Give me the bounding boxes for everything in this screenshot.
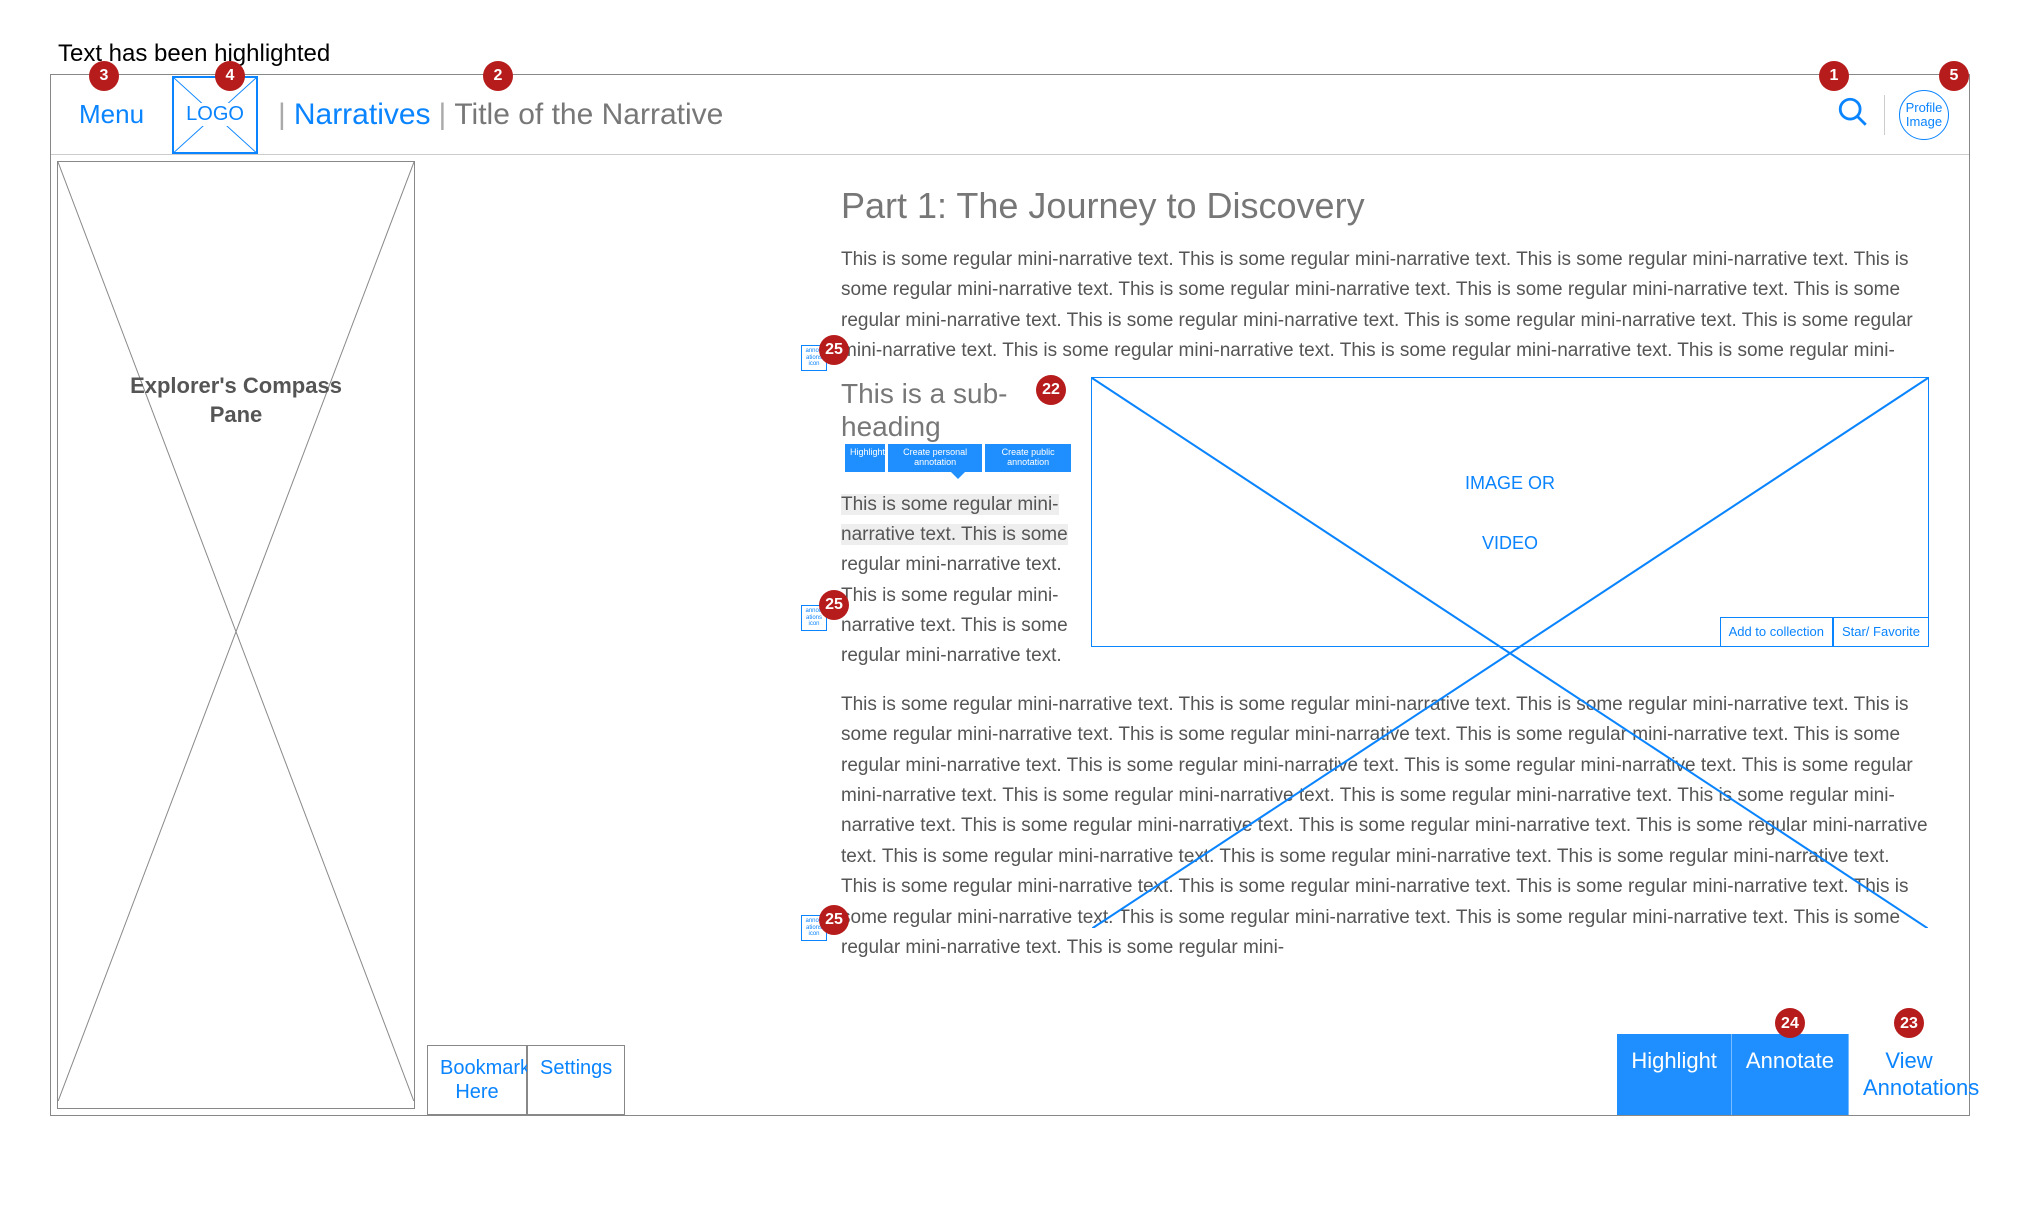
logo-placeholder[interactable]: LOGO bbox=[172, 76, 258, 154]
badge-23: 23 bbox=[1894, 1008, 1924, 1038]
badge-3: 3 bbox=[89, 61, 119, 91]
badge-22: 22 bbox=[1036, 375, 1066, 405]
breadcrumb-title: Title of the Narrative bbox=[454, 98, 723, 132]
body: Explorer's Compass Pane annot- ations ic… bbox=[51, 155, 1969, 1115]
popover-personal-annotation[interactable]: Create personal annotation bbox=[888, 444, 982, 472]
media-label: IMAGE OR bbox=[1465, 473, 1555, 494]
topbar: Menu LOGO | Narratives | Title of the Na… bbox=[51, 75, 1969, 155]
badge-25: 25 bbox=[819, 335, 849, 365]
highlight-button[interactable]: Highlight bbox=[1617, 1034, 1732, 1115]
bottom-left-actions: Bookmark Here Settings bbox=[427, 1045, 625, 1115]
page-caption: Text has been highlighted bbox=[58, 40, 1970, 68]
compass-pane-label: Explorer's Compass Pane bbox=[130, 372, 342, 429]
annotate-label: Annotate bbox=[1746, 1048, 1834, 1073]
popover-public-annotation[interactable]: Create public annotation bbox=[985, 444, 1071, 472]
popover-highlight[interactable]: Highlight bbox=[845, 444, 885, 472]
breadcrumb-sep: | bbox=[278, 98, 286, 132]
settings-button[interactable]: Settings bbox=[527, 1045, 625, 1115]
narrative-text[interactable]: regular mini-narrative text. This is som… bbox=[841, 554, 1068, 666]
badge-5: 5 bbox=[1939, 61, 1969, 91]
breadcrumb-narratives[interactable]: Narratives bbox=[294, 98, 431, 132]
badge-2: 2 bbox=[483, 61, 513, 91]
media-label: VIDEO bbox=[1482, 533, 1538, 554]
media-placeholder[interactable]: IMAGE OR VIDEO Add to collection Star/ F… bbox=[1091, 377, 1929, 647]
view-annotations-label: View Annotations bbox=[1863, 1048, 1979, 1099]
highlight-popover: Highlight Create personal annotation Cre… bbox=[845, 444, 1071, 472]
sidebar: Explorer's Compass Pane bbox=[51, 155, 421, 1115]
sub-heading: This is a sub-heading bbox=[841, 378, 1008, 443]
narrative-paragraph[interactable]: This is some regular mini-narrative text… bbox=[841, 245, 1929, 367]
badge-1: 1 bbox=[1819, 61, 1849, 91]
bottom-right-actions: Highlight Annotate 24 View Annotations 2… bbox=[1617, 1034, 1969, 1115]
bookmark-here-button[interactable]: Bookmark Here bbox=[427, 1045, 527, 1115]
breadcrumb: | Narratives | Title of the Narrative bbox=[278, 98, 723, 132]
popover-arrow-icon bbox=[951, 472, 965, 479]
content-area: annot- ations icon 25 annot- ations icon… bbox=[421, 155, 1969, 1115]
search-icon[interactable] bbox=[1836, 95, 1870, 135]
badge-25: 25 bbox=[819, 590, 849, 620]
highlighted-text[interactable]: This is some regular mini-narrative text… bbox=[841, 494, 1068, 545]
part-heading: Part 1: The Journey to Discovery bbox=[841, 185, 1929, 227]
profile-image[interactable]: Profile Image bbox=[1899, 90, 1949, 140]
badge-25: 25 bbox=[819, 905, 849, 935]
divider bbox=[1884, 95, 1885, 135]
annotate-button[interactable]: Annotate 24 bbox=[1732, 1034, 1849, 1115]
profile-label: Profile Image bbox=[1900, 101, 1948, 128]
compass-pane[interactable]: Explorer's Compass Pane bbox=[57, 161, 415, 1109]
breadcrumb-sep: | bbox=[439, 98, 447, 132]
logo-label: LOGO bbox=[184, 103, 246, 126]
add-to-collection-button[interactable]: Add to collection bbox=[1720, 617, 1833, 647]
view-annotations-button[interactable]: View Annotations 23 bbox=[1849, 1034, 1969, 1115]
badge-24: 24 bbox=[1775, 1008, 1805, 1038]
star-favorite-button[interactable]: Star/ Favorite bbox=[1833, 617, 1929, 647]
menu-link[interactable]: Menu bbox=[51, 99, 172, 130]
main-wireframe: 3 4 2 1 5 Menu LOGO | Narratives | Title… bbox=[50, 74, 1970, 1116]
narrative-paragraph[interactable]: This is some regular mini-narrative text… bbox=[841, 490, 1071, 672]
badge-4: 4 bbox=[215, 61, 245, 91]
